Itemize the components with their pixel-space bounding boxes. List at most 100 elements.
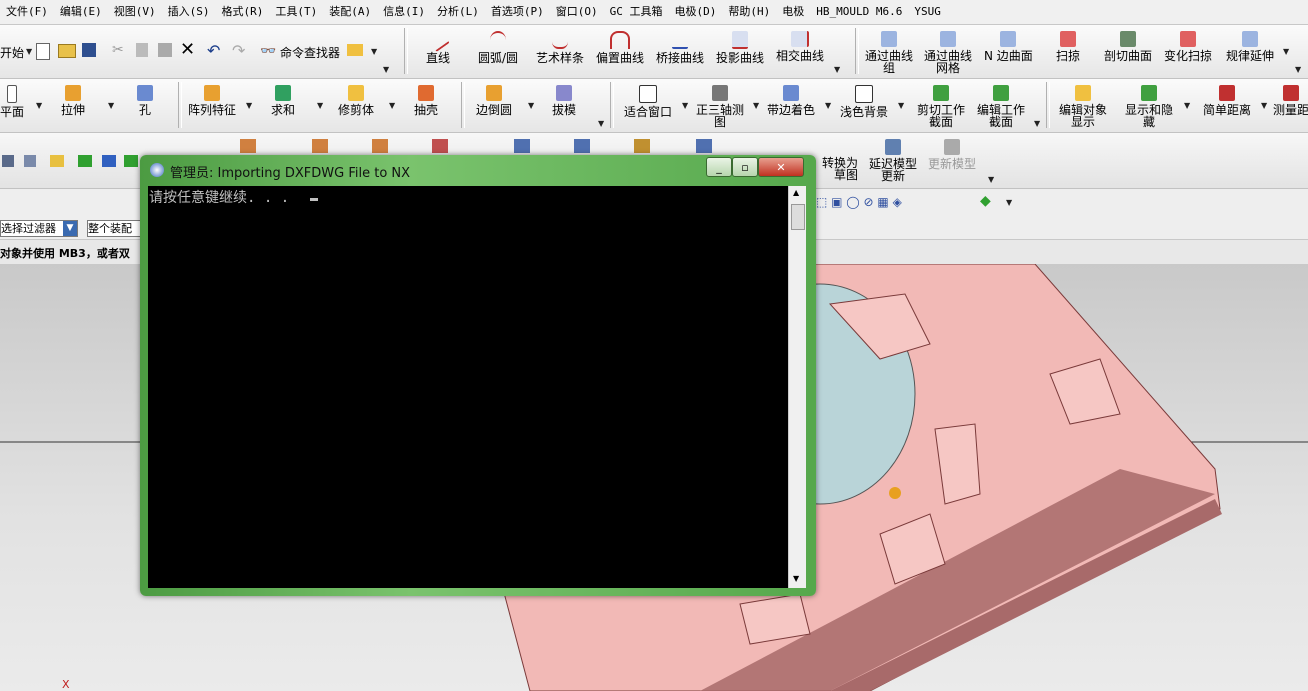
chevron-down-icon[interactable]: ▼	[108, 101, 114, 110]
component-icon[interactable]	[240, 139, 256, 153]
console-scrollbar[interactable]: ▲ ▼	[788, 186, 806, 588]
menu-file[interactable]: 文件(F)	[0, 0, 54, 24]
snap-point-icons[interactable]: ⬚ ▣ ◯ ⊘ ▦ ◈	[816, 195, 902, 209]
swept-button[interactable]: 扫掠	[1056, 31, 1080, 62]
menu-gc-toolbox[interactable]: GC 工具箱	[604, 0, 669, 24]
line-button[interactable]: 直线	[426, 28, 450, 64]
menu-preferences[interactable]: 首选项(P)	[485, 0, 550, 24]
scroll-up-icon[interactable]: ▲	[793, 188, 799, 197]
chevron-down-icon[interactable]: ▼	[1006, 198, 1012, 207]
chevron-down-icon[interactable]: ▼	[371, 47, 377, 56]
chevron-down-icon[interactable]: ▼	[383, 65, 389, 74]
shell-button[interactable]: 抽壳	[414, 85, 438, 116]
chevron-down-icon[interactable]: ▼	[317, 101, 323, 110]
edit-section-button[interactable]: 编辑工作截面	[976, 85, 1026, 128]
chevron-down-icon[interactable]: ▼	[682, 101, 688, 110]
bridge-curve-button[interactable]: 桥接曲线	[656, 31, 704, 64]
fit-window-button[interactable]: 适合窗口	[624, 85, 672, 118]
menu-window[interactable]: 窗口(O)	[550, 0, 604, 24]
unite-button[interactable]: 求和	[271, 85, 295, 116]
pencil-icon[interactable]	[50, 155, 64, 167]
offset-curve-button[interactable]: 偏置曲线	[596, 31, 644, 64]
menu-ysug[interactable]: YSUG	[908, 0, 947, 24]
studio-spline-button[interactable]: 艺术样条	[536, 31, 584, 64]
copy-icon[interactable]	[136, 43, 148, 57]
law-extension-button[interactable]: 规律延伸	[1226, 31, 1274, 62]
mate-icon[interactable]	[124, 155, 138, 167]
chevron-down-icon[interactable]: ▼	[1034, 119, 1040, 128]
delay-model-update-button[interactable]: 延迟模型更新	[866, 139, 920, 182]
drawing-icon[interactable]	[514, 139, 530, 153]
menu-view[interactable]: 视图(V)	[108, 0, 162, 24]
menu-edit[interactable]: 编辑(E)	[54, 0, 108, 24]
extrude-button[interactable]: 拉伸	[61, 85, 85, 116]
n-sided-surface-button[interactable]: N 边曲面	[984, 31, 1033, 62]
edit-object-display-button[interactable]: 编辑对象显示	[1058, 85, 1108, 128]
assembly-nav-icon[interactable]	[24, 155, 36, 167]
chevron-down-icon[interactable]: ▼	[389, 101, 395, 110]
chevron-down-icon[interactable]: ▼	[753, 101, 759, 110]
command-finder-button[interactable]: 命令查找器	[280, 44, 340, 61]
component-icon[interactable]	[372, 139, 388, 153]
close-icon[interactable]: ✕	[758, 157, 804, 177]
menu-analysis[interactable]: 分析(L)	[431, 0, 485, 24]
save-icon[interactable]	[82, 43, 96, 57]
chevron-down-icon[interactable]: ▼	[1295, 65, 1301, 74]
datum-plane-button[interactable]: 平面	[0, 85, 24, 118]
cut-icon[interactable]: ✂	[112, 42, 124, 58]
drawing-icon[interactable]	[574, 139, 590, 153]
drawing-icon[interactable]	[696, 139, 712, 153]
through-curves-button[interactable]: 通过曲线组	[864, 31, 914, 74]
menu-tools[interactable]: 工具(T)	[269, 0, 323, 24]
paste-icon[interactable]	[158, 43, 172, 57]
menu-insert[interactable]: 插入(S)	[162, 0, 216, 24]
menu-assembly[interactable]: 装配(A)	[323, 0, 377, 24]
constraint-icon[interactable]	[102, 155, 116, 167]
arc-circle-button[interactable]: 圆弧/圆	[478, 31, 518, 64]
simple-distance-button[interactable]: 简单距离	[1203, 85, 1251, 116]
chevron-down-icon[interactable]: ▼	[26, 47, 32, 56]
chevron-down-icon[interactable]: ▼	[63, 221, 77, 236]
edge-blend-button[interactable]: 边倒圆	[476, 85, 512, 116]
project-curve-button[interactable]: 投影曲线	[716, 31, 764, 64]
intersection-curve-button[interactable]: 相交曲线	[776, 31, 824, 62]
trim-body-button[interactable]: 修剪体	[338, 85, 374, 116]
chevron-down-icon[interactable]: ▼	[898, 101, 904, 110]
hole-button[interactable]: 孔	[137, 85, 153, 116]
draft-button[interactable]: 拔模	[552, 85, 576, 116]
new-file-icon[interactable]	[36, 43, 50, 60]
maximize-icon[interactable]: ▫	[732, 157, 758, 177]
measure-distance-button[interactable]: 测量距	[1273, 85, 1308, 116]
menu-format[interactable]: 格式(R)	[216, 0, 270, 24]
chevron-down-icon[interactable]: ▼	[246, 101, 252, 110]
section-surface-button[interactable]: 剖切曲面	[1104, 31, 1152, 62]
chevron-down-icon[interactable]: ▼	[598, 119, 604, 128]
chevron-down-icon[interactable]: ▼	[36, 101, 42, 110]
chevron-down-icon[interactable]: ▼	[1261, 101, 1267, 110]
open-folder-icon[interactable]	[58, 44, 76, 58]
trimetric-view-button[interactable]: 正三轴测图	[696, 85, 744, 128]
light-background-button[interactable]: 浅色背景	[840, 85, 888, 118]
chevron-down-icon[interactable]: ▼	[528, 101, 534, 110]
convert-to-sketch-button[interactable]: 转换为草图	[812, 157, 858, 181]
chevron-down-icon[interactable]: ▼	[825, 101, 831, 110]
scroll-thumb[interactable]	[791, 204, 805, 230]
pattern-feature-button[interactable]: 阵列特征	[188, 85, 236, 116]
through-curve-mesh-button[interactable]: 通过曲线网格	[922, 31, 974, 74]
console-output[interactable]: 请按任意键继续. . .	[148, 186, 788, 588]
drawing-icon[interactable]	[634, 139, 650, 153]
chevron-down-icon[interactable]: ▼	[1283, 47, 1289, 56]
magic-wand-icon[interactable]	[347, 44, 363, 56]
menu-hb-mould[interactable]: HB_MOULD M6.6	[810, 0, 908, 24]
menu-electrode-d[interactable]: 电极(D)	[669, 0, 723, 24]
variational-sweep-button[interactable]: 变化扫掠	[1164, 31, 1212, 62]
clip-section-button[interactable]: 剪切工作截面	[917, 85, 965, 128]
delete-icon[interactable]: ✕	[180, 39, 195, 60]
scroll-down-icon[interactable]: ▼	[793, 574, 799, 583]
snap-toggle-icon[interactable]: ◆	[980, 193, 991, 209]
component-icon[interactable]	[432, 139, 448, 153]
minimize-icon[interactable]: _	[706, 157, 732, 177]
redo-icon[interactable]: ↷	[232, 41, 245, 60]
menu-help[interactable]: 帮助(H)	[722, 0, 776, 24]
console-window[interactable]: 管理员: Importing DXFDWG File to NX _ ▫ ✕ 请…	[140, 155, 816, 596]
